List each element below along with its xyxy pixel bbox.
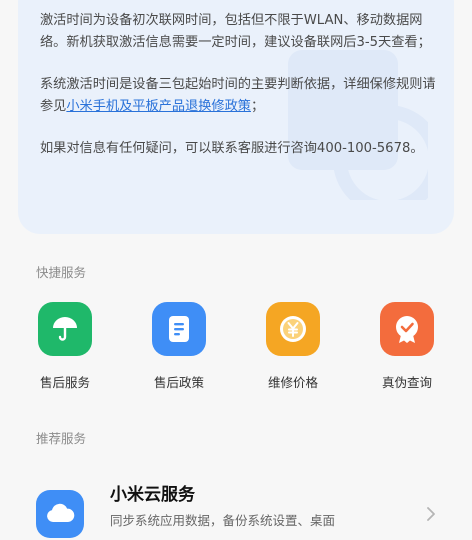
recommended-services-title: 推荐服务 (36, 431, 87, 446)
service-after-sales[interactable]: 售后服务 (20, 302, 110, 391)
service-label: 售后服务 (39, 375, 90, 390)
repair-policy-link[interactable]: 小米手机及平板产品退换修政策 (66, 99, 251, 114)
warranty-text-end: ； (251, 99, 265, 114)
info-paragraph-activation: 激活时间为设备初次联网时间，包括但不限于WLAN、移动数据网络。新机获取激活信息… (40, 13, 431, 50)
mi-cloud-description: 同步系统应用数据，备份系统设置、桌面 (110, 513, 336, 528)
service-authenticity-check[interactable]: 真伪查询 (362, 302, 452, 391)
service-policy[interactable]: 售后政策 (134, 302, 224, 391)
quick-services-grid: 售后服务 售后政策 维修价格 真伪查询 (0, 302, 472, 402)
quick-services-title: 快捷服务 (36, 265, 87, 280)
cloud-icon (36, 490, 84, 538)
info-paragraph-contact: 如果对信息有任何疑问，可以联系客服进行咨询400-100-5678。 (40, 141, 424, 156)
badge-check-icon (380, 302, 434, 356)
service-label: 真伪查询 (381, 375, 432, 390)
service-label: 维修价格 (267, 375, 318, 390)
umbrella-icon (38, 302, 92, 356)
document-icon (152, 302, 206, 356)
yuan-coin-icon (266, 302, 320, 356)
info-text: 激活时间为设备初次联网时间，包括但不限于WLAN、移动数据网络。新机获取激活信息… (40, 10, 436, 180)
activation-info-card: 激活时间为设备初次联网时间，包括但不限于WLAN、移动数据网络。新机获取激活信息… (18, 0, 454, 234)
service-repair-price[interactable]: 维修价格 (248, 302, 338, 391)
chevron-right-icon (427, 507, 435, 521)
service-label: 售后政策 (153, 375, 204, 390)
info-paragraph-warranty: 系统激活时间是设备三包起始时间的主要判断依据，详细保修规则请参见小米手机及平板产… (40, 74, 436, 118)
mi-cloud-title: 小米云服务 (110, 485, 195, 505)
